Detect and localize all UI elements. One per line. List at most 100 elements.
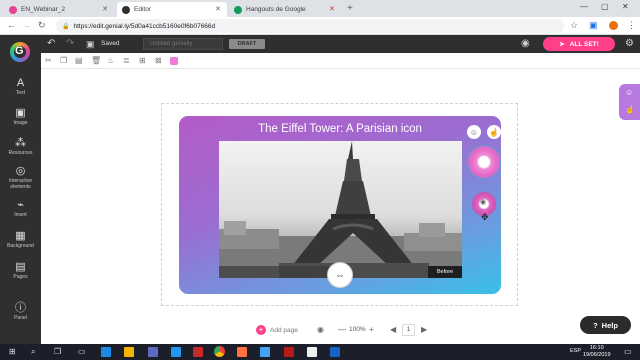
extension-icon[interactable]: ▣ <box>589 20 598 31</box>
close-tab-icon[interactable]: ✕ <box>329 5 335 13</box>
saved-status: Saved <box>101 40 120 47</box>
move-cursor-icon: ✥ <box>481 212 489 222</box>
before-after-slider-handle[interactable]: ⇔ <box>327 262 353 288</box>
sidebar-item-image[interactable]: ▣ Image <box>0 107 41 126</box>
sidebar-item-resources[interactable]: ⁂ Resources <box>0 137 41 156</box>
align-icon[interactable]: ⊞ <box>139 56 146 65</box>
pages-icon: ▤ <box>15 261 26 273</box>
browser-tab-editor[interactable]: Editor ✕ <box>117 2 227 17</box>
new-tab-icon[interactable]: + <box>347 3 353 14</box>
window-close-icon[interactable]: ✕ <box>622 2 629 11</box>
back-arrow-icon[interactable]: ← <box>7 20 16 30</box>
redo-icon[interactable]: ↷ <box>66 38 74 49</box>
help-button[interactable]: ? Help <box>580 316 631 334</box>
sidebar-item-pages[interactable]: ▤ Pages <box>0 261 41 280</box>
profile-avatar[interactable] <box>609 21 618 30</box>
all-set-button[interactable]: ➤ ALL SET! <box>543 37 615 51</box>
tab-label: EN_Webinar_2 <box>21 6 65 13</box>
user-icon[interactable]: ☺ <box>625 88 633 97</box>
chrome-icon[interactable] <box>214 346 225 357</box>
slide-title[interactable]: The Eiffel Tower: A Parisian icon <box>179 123 501 135</box>
calculator-icon[interactable] <box>307 347 317 357</box>
notifications-icon[interactable]: ▭ <box>624 347 632 356</box>
help-question-icon: ? <box>593 320 598 330</box>
plus-icon: + <box>256 325 266 335</box>
sidebar-item-label: Pages <box>13 274 28 280</box>
star-icon[interactable]: ☆ <box>570 20 578 31</box>
zoom-out-icon[interactable]: — <box>338 325 346 334</box>
color-swatch[interactable] <box>170 57 178 65</box>
right-quick-tools: ☺ ☝ <box>619 84 640 120</box>
zoom-in-icon[interactable]: + <box>369 325 374 334</box>
browser-tab-hangouts[interactable]: Hangouts de Google ✕ <box>229 2 341 17</box>
add-page-button[interactable]: + Add page <box>256 325 298 335</box>
windows-start-icon[interactable]: ⊞ <box>9 347 16 356</box>
folder-icon[interactable] <box>124 347 134 357</box>
file-explorer-icon[interactable]: ▭ <box>78 347 86 356</box>
eiffel-tower-photo[interactable] <box>219 141 462 278</box>
sidebar-item-label: Image <box>13 120 28 126</box>
sidebar-item-label: Resources <box>8 150 33 156</box>
sidebar-item-interactive-elements[interactable]: ◎ Interactive elements <box>0 165 41 190</box>
url-field[interactable]: 🔒 https://edit.genial.ly/5d0a41ccb5160e0… <box>56 19 564 33</box>
sidebar-item-panel[interactable]: ⓘ Panel <box>0 302 41 321</box>
task-view-icon[interactable]: ❐ <box>54 347 61 356</box>
preview-eye-icon[interactable]: ◉ <box>317 325 324 334</box>
resources-icon: ⁂ <box>15 137 26 149</box>
app-icon[interactable] <box>284 347 294 357</box>
paste-icon[interactable]: ▤ <box>75 56 83 65</box>
app-icon[interactable] <box>148 347 158 357</box>
genially-logo[interactable]: G <box>0 35 41 69</box>
search-icon[interactable]: ⌕ <box>31 347 35 357</box>
browser-tab-strip: EN_Webinar_2 ✕ Editor ✕ Hangouts de Goog… <box>0 0 640 17</box>
previous-page-icon[interactable]: ◀ <box>390 325 396 334</box>
animation-icon[interactable]: ♨ <box>107 56 114 65</box>
user-icon[interactable]: ☺ <box>467 125 481 139</box>
settings-gear-icon[interactable]: ⚙ <box>625 38 634 49</box>
app-icon[interactable] <box>330 347 340 357</box>
undo-icon[interactable]: ↶ <box>47 38 55 49</box>
zoom-level: 100% <box>349 326 366 333</box>
reload-icon[interactable]: ↻ <box>38 20 46 31</box>
close-tab-icon[interactable]: ✕ <box>102 5 108 13</box>
group-icon[interactable]: ⊠ <box>155 56 162 65</box>
browser-menu-icon[interactable]: ⋮ <box>627 20 636 31</box>
edge-icon[interactable] <box>101 347 111 357</box>
url-text: https://edit.genial.ly/5d0a41ccb5160e0f6… <box>73 22 216 30</box>
app-icon[interactable] <box>193 347 203 357</box>
panel-info-icon: ⓘ <box>15 302 26 314</box>
genially-title-input[interactable] <box>143 38 223 50</box>
taskbar-clock[interactable]: 16:10 19/06/2019 <box>583 345 611 359</box>
forward-arrow-icon[interactable]: → <box>22 20 31 30</box>
sidebar-item-label: Text <box>15 90 26 96</box>
sidebar-item-background[interactable]: ▦ Background <box>0 230 41 249</box>
app-icon[interactable] <box>260 347 270 357</box>
sidebar-item-insert[interactable]: ⌁ Insert <box>0 199 41 218</box>
preview-eye-icon[interactable]: ◉ <box>521 38 530 49</box>
windows-taskbar: ⊞ ⌕ ❐ ▭ ESP 16:10 19/06/2019 ▭ <box>0 344 640 360</box>
pointer-icon[interactable]: ☝ <box>625 105 635 114</box>
next-page-icon[interactable]: ▶ <box>421 325 427 334</box>
close-tab-icon[interactable]: ✕ <box>215 5 221 13</box>
maximize-icon[interactable]: ▢ <box>601 2 609 11</box>
sidebar-item-label: Interactive elements <box>8 178 33 190</box>
left-sidebar: A Text ▣ Image ⁂ Resources ◎ Interactive… <box>0 69 41 344</box>
language-indicator[interactable]: ESP <box>570 348 581 354</box>
hotspot-center-icon: ◉ <box>480 199 487 206</box>
sidebar-item-text[interactable]: A Text <box>0 77 41 96</box>
minimize-icon[interactable]: — <box>580 2 588 11</box>
copy-icon[interactable]: ❐ <box>60 56 67 65</box>
delete-icon[interactable]: 🗑 <box>91 56 101 65</box>
interactive-elements-icon: ◎ <box>15 165 26 177</box>
hangouts-favicon-icon <box>234 5 242 14</box>
app-icon[interactable] <box>171 347 181 357</box>
eiffel-tower-illustration <box>219 141 462 278</box>
before-label: Before <box>428 266 462 278</box>
firefox-icon[interactable] <box>237 347 247 357</box>
pointer-icon[interactable]: ☝ <box>487 125 501 139</box>
layers-icon[interactable]: ≣ <box>123 56 130 65</box>
interactive-hotspot-selected[interactable] <box>467 145 501 179</box>
cut-icon[interactable]: ✂ <box>45 56 52 65</box>
browser-tab-webinar[interactable]: EN_Webinar_2 ✕ <box>4 2 114 17</box>
save-icon: ▣ <box>86 39 95 49</box>
